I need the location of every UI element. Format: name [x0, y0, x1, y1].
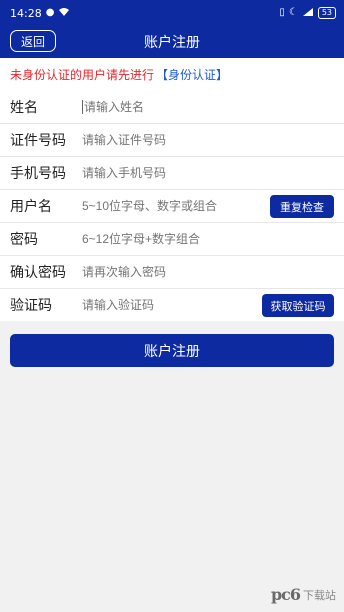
notification-dot-icon: ● [45, 7, 55, 18]
watermark-logo: pc6 [270, 585, 301, 604]
wifi-icon [58, 7, 70, 20]
id-number-input[interactable] [72, 133, 344, 147]
identity-auth-link[interactable]: 【身份认证】 [156, 66, 228, 83]
auth-notice: 未身份认证的用户请先进行 【身份认证】 [0, 58, 344, 90]
form-row-confirm-password: 确认密码 [0, 255, 344, 288]
battery-level: 53 [317, 7, 336, 19]
password-input[interactable] [72, 232, 344, 246]
id-number-label: 证件号码 [10, 133, 66, 149]
form-row-phone: 手机号码 [0, 156, 344, 189]
name-label: 姓名 [10, 99, 38, 116]
phone-input[interactable] [72, 166, 344, 180]
vibrate-icon: ▯ [279, 7, 285, 18]
status-time: 14:28 [10, 6, 42, 20]
check-duplicate-button[interactable]: 重复检查 [270, 195, 334, 218]
form-row-name: 姓名 [0, 90, 344, 123]
status-bar-left: 14:28 ● [10, 7, 70, 20]
status-bar-right: ▯ ☾ 53 [279, 7, 336, 20]
verification-code-label: 验证码 [10, 298, 52, 314]
password-label: 密码 [10, 232, 38, 248]
username-label: 用户名 [10, 199, 52, 215]
confirm-password-input[interactable] [72, 265, 344, 279]
phone-label: 手机号码 [10, 166, 66, 182]
registration-form: 姓名 证件号码 手机号码 用户名 重复检查 密码 确认密码 验证码 获取验证码 [0, 90, 344, 321]
moon-icon: ☾ [288, 7, 298, 18]
confirm-password-label: 确认密码 [10, 265, 66, 281]
get-verification-code-button[interactable]: 获取验证码 [262, 294, 334, 317]
page-title: 账户注册 [144, 35, 200, 51]
watermark: pc6 下载站 [271, 585, 336, 604]
back-button[interactable]: 返回 [10, 30, 56, 52]
form-row-username: 用户名 重复检查 [0, 189, 344, 222]
watermark-text: 下载站 [303, 588, 336, 602]
form-row-id-number: 证件号码 [0, 123, 344, 156]
auth-notice-text: 未身份认证的用户请先进行 [10, 67, 155, 82]
name-input[interactable] [83, 99, 344, 114]
signal-icon [302, 7, 314, 20]
nav-bar: 返回 账户注册 [0, 26, 344, 58]
status-bar: 14:28 ● ▯ ☾ 53 [0, 0, 344, 26]
form-row-verification-code: 验证码 获取验证码 [0, 288, 344, 321]
register-submit-button[interactable]: 账户注册 [10, 334, 334, 367]
form-row-password: 密码 [0, 222, 344, 255]
